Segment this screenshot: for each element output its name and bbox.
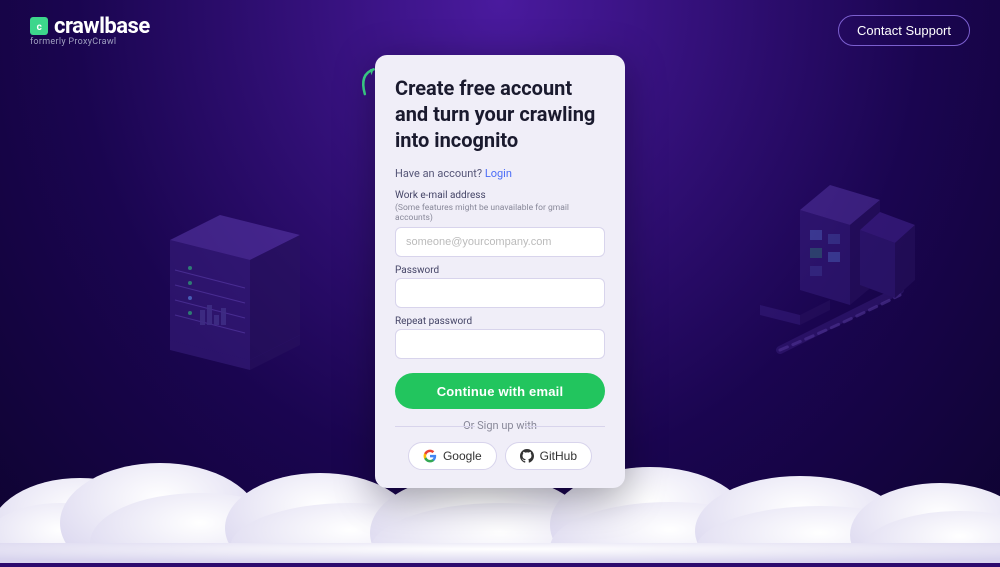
repeat-password-label: Repeat password (395, 316, 605, 327)
have-account-label: Have an account? (395, 167, 482, 180)
google-signup-button[interactable]: Google (408, 442, 497, 470)
deco-server-right (700, 130, 940, 384)
social-buttons: Google GitHub (395, 442, 605, 470)
logo-subtitle: formerly ProxyCrawl (30, 37, 116, 47)
have-account-text: Have an account? Login (395, 167, 605, 180)
email-hint: (Some features might be unavailable for … (395, 203, 605, 223)
google-icon (423, 449, 437, 463)
password-field-group: Password (395, 265, 605, 308)
svg-text:c: c (37, 22, 42, 33)
registration-card: Create free account and turn your crawli… (375, 55, 625, 488)
contact-support-button[interactable]: Contact Support (838, 15, 970, 46)
repeat-password-field-group: Repeat password (395, 316, 605, 359)
logo-text: crawlbase (54, 14, 150, 39)
repeat-password-input[interactable] (395, 329, 605, 359)
password-input[interactable] (395, 278, 605, 308)
deco-server-left (120, 160, 300, 384)
or-divider: Or Sign up with (395, 419, 605, 432)
google-label: Google (443, 449, 482, 463)
continue-with-email-button[interactable]: Continue with email (395, 373, 605, 409)
logo-area: c crawlbase formerly ProxyCrawl (30, 14, 150, 47)
github-label: GitHub (540, 449, 577, 463)
navbar: c crawlbase formerly ProxyCrawl Contact … (0, 0, 1000, 60)
logo: c crawlbase (30, 14, 150, 39)
login-link[interactable]: Login (485, 167, 512, 180)
logo-icon: c (30, 17, 48, 35)
card-title: Create free account and turn your crawli… (395, 75, 605, 153)
github-icon (520, 449, 534, 463)
email-field-group: Work e-mail address (Some features might… (395, 190, 605, 257)
github-signup-button[interactable]: GitHub (505, 442, 592, 470)
password-label: Password (395, 265, 605, 276)
email-input[interactable] (395, 227, 605, 257)
email-label: Work e-mail address (395, 190, 605, 201)
